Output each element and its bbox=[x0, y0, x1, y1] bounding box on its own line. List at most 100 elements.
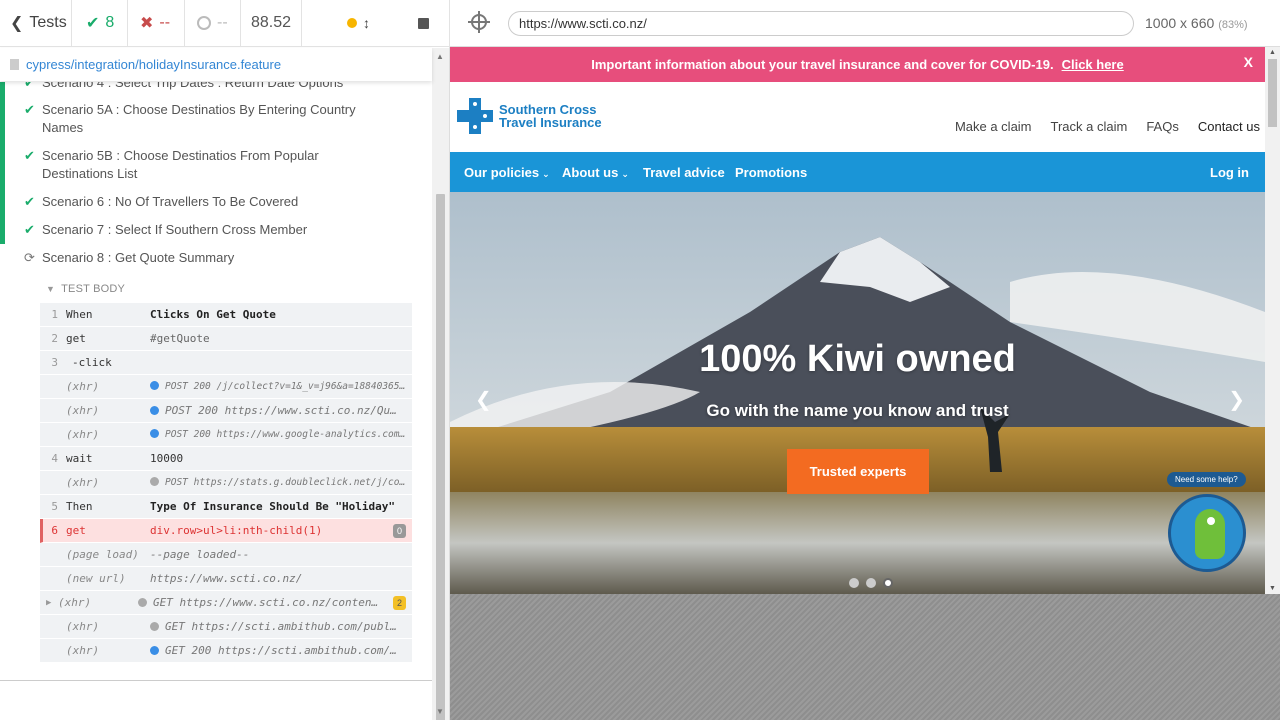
command-message: POST 200 https://www.google-analytics.co… bbox=[150, 429, 412, 440]
nav-label: Our policies bbox=[464, 165, 540, 180]
command-name: (xhr) bbox=[66, 476, 100, 489]
chevron-left-icon: ❮ bbox=[10, 15, 24, 32]
chevron-down-icon: ⌄ bbox=[621, 169, 629, 179]
scenario-label: Scenario 5B : Choose Destinatios From Po… bbox=[42, 148, 319, 181]
command-message-text: POST https://stats.g.doubleclick.net/j/c… bbox=[165, 477, 406, 488]
xhr-pending-dot-icon bbox=[150, 622, 159, 631]
caret-down-icon: ▼ bbox=[46, 284, 56, 294]
nav-travel-advice[interactable]: Travel advice bbox=[643, 165, 725, 180]
scenario-label: Scenario 8 : Get Quote Summary bbox=[42, 250, 235, 265]
command-row[interactable]: 4 wait 10000 bbox=[40, 447, 412, 471]
login-link[interactable]: Log in bbox=[1210, 165, 1249, 180]
scenario-label: Scenario 5A : Choose Destinatios By Ente… bbox=[42, 102, 356, 135]
carousel-dot-active[interactable] bbox=[883, 578, 893, 588]
test-body-toggle[interactable]: ▼ TEST BODY bbox=[46, 283, 125, 295]
xhr-pending-dot-icon bbox=[150, 477, 159, 486]
command-name: wait bbox=[66, 452, 93, 465]
scenario-item[interactable]: ✔ Scenario 4 : Select Trip Dates : Retur… bbox=[24, 82, 362, 92]
track-a-claim-link[interactable]: Track a claim bbox=[1051, 119, 1128, 134]
trusted-experts-button[interactable]: Trusted experts bbox=[787, 449, 929, 494]
command-row[interactable]: (xhr) POST 200 https://www.scti.co.nz/Qu… bbox=[40, 399, 412, 423]
command-row[interactable]: ▶ (xhr) GET https://www.scti.co.nz/conte… bbox=[40, 591, 412, 615]
logo-line-2: Travel Insurance bbox=[499, 115, 602, 130]
viewport-scale: (83%) bbox=[1218, 19, 1248, 31]
command-message: 10000 bbox=[150, 452, 184, 465]
tests-button[interactable]: ❮ Tests bbox=[0, 0, 72, 47]
command-row[interactable]: (xhr) POST 200 https://www.google-analyt… bbox=[40, 423, 412, 447]
viewport-dimensions: 1000 x 660 bbox=[1145, 15, 1215, 31]
command-message-text: POST 200 https://www.scti.co.nz/Qu… bbox=[165, 404, 397, 417]
command-row[interactable]: (xhr) GET 200 https://scti.ambithub.com/… bbox=[40, 639, 412, 663]
command-name: (xhr) bbox=[66, 404, 100, 417]
scroll-down-icon[interactable]: ▼ bbox=[436, 707, 444, 716]
website-iframe: Important information about your travel … bbox=[450, 47, 1280, 594]
command-row[interactable]: (xhr) GET https://scti.ambithub.com/publ… bbox=[40, 615, 412, 639]
xhr-status-dot-icon bbox=[150, 381, 159, 390]
command-row[interactable]: 1 When Clicks On Get Quote bbox=[40, 303, 412, 327]
command-number: 6 bbox=[51, 524, 58, 537]
url-display[interactable]: https://www.scti.co.nz/ bbox=[508, 11, 1134, 36]
command-name: When bbox=[66, 308, 93, 321]
scenario-item[interactable]: ✔ Scenario 7 : Select If Southern Cross … bbox=[24, 221, 362, 239]
command-message: GET 200 https://scti.ambithub.com/… bbox=[150, 644, 412, 657]
file-icon bbox=[10, 59, 19, 70]
scenario-item[interactable]: ✔ Scenario 5A : Choose Destinatios By En… bbox=[24, 101, 362, 137]
scroll-up-icon[interactable]: ▲ bbox=[1269, 49, 1276, 56]
command-row[interactable]: (page load) --page loaded-- bbox=[40, 543, 412, 567]
nav-about-us[interactable]: About us ⌄ bbox=[562, 165, 629, 180]
make-a-claim-link[interactable]: Make a claim bbox=[955, 119, 1032, 134]
carousel-dot[interactable] bbox=[866, 578, 876, 588]
spec-path-link[interactable]: cypress/integration/holidayInsurance.fea… bbox=[26, 57, 281, 72]
passed-indicator-bar bbox=[0, 82, 5, 244]
command-name: (xhr) bbox=[66, 380, 100, 393]
command-message-text: GET https://scti.ambithub.com/publ… bbox=[165, 620, 397, 633]
command-row[interactable]: (xhr) POST 200 /j/collect?v=1&_v=j96&a=1… bbox=[40, 375, 412, 399]
tests-label: Tests bbox=[29, 14, 67, 31]
carousel-dot[interactable] bbox=[849, 578, 859, 588]
scenario-item[interactable]: ✔ Scenario 5B : Choose Destinatios From … bbox=[24, 147, 362, 183]
command-row[interactable]: 3 -click bbox=[40, 351, 412, 375]
pending-value: -- bbox=[217, 14, 228, 31]
chat-parrot-avatar-icon[interactable] bbox=[1168, 494, 1246, 572]
auto-scroll-toggle-icon[interactable]: ↕ bbox=[363, 15, 370, 31]
command-row[interactable]: (xhr) POST https://stats.g.doubleclick.n… bbox=[40, 471, 412, 495]
selector-playground-icon[interactable] bbox=[468, 11, 490, 33]
hero-title: 100% Kiwi owned bbox=[699, 338, 1016, 380]
command-row[interactable]: 5 Then Type Of Insurance Should Be "Holi… bbox=[40, 495, 412, 519]
scroll-up-icon[interactable]: ▲ bbox=[436, 52, 444, 61]
logo-text: Southern Cross Travel Insurance bbox=[499, 103, 602, 129]
top-links: Make a claim Track a claim FAQs Contact … bbox=[936, 119, 1260, 134]
scrollbar-thumb[interactable] bbox=[436, 194, 445, 720]
spec-header: cypress/integration/holidayInsurance.fea… bbox=[0, 48, 432, 81]
stop-button[interactable] bbox=[418, 17, 429, 29]
covid-link[interactable]: Click here bbox=[1062, 57, 1124, 72]
help-bubble[interactable]: Need some help? bbox=[1167, 472, 1246, 487]
command-name: get bbox=[66, 332, 86, 345]
command-row-failed[interactable]: 6 get div.row>ul>li:nth-child(1) 0 bbox=[40, 519, 412, 543]
scenario-item[interactable]: ✔ Scenario 6 : No Of Travellers To Be Co… bbox=[24, 193, 362, 211]
caret-right-icon[interactable]: ▶ bbox=[46, 598, 51, 608]
nav-promotions[interactable]: Promotions bbox=[735, 165, 807, 180]
command-name: Then bbox=[66, 500, 93, 513]
stats-bar: ❮ Tests ✔ 8 ✖ -- -- 88.52 ↕ bbox=[0, 0, 450, 47]
scroll-down-icon[interactable]: ▼ bbox=[1269, 585, 1276, 592]
xhr-status-dot-icon bbox=[150, 429, 159, 438]
contact-us-link[interactable]: Contact us bbox=[1198, 119, 1260, 134]
command-number: 2 bbox=[51, 332, 58, 345]
site-scrollbar[interactable]: ▲ ▼ bbox=[1265, 47, 1280, 594]
reporter-scrollbar[interactable]: ▲ ▼ bbox=[432, 48, 449, 720]
scrollbar-thumb[interactable] bbox=[1268, 59, 1277, 127]
command-message: div.row>ul>li:nth-child(1) bbox=[150, 524, 323, 537]
command-row[interactable]: (new url) https://www.scti.co.nz/ bbox=[40, 567, 412, 591]
covid-message: Important information about your travel … bbox=[591, 57, 1054, 72]
close-banner-button[interactable]: X bbox=[1244, 54, 1253, 70]
command-row[interactable]: 2 get #getQuote bbox=[40, 327, 412, 351]
chevron-left-icon[interactable]: ❮ bbox=[475, 387, 492, 412]
faqs-link[interactable]: FAQs bbox=[1146, 119, 1179, 134]
command-message: Type Of Insurance Should Be "Holiday" bbox=[150, 500, 396, 513]
chevron-right-icon[interactable]: ❯ bbox=[1228, 387, 1245, 412]
site-logo[interactable]: Southern Cross Travel Insurance bbox=[457, 98, 602, 134]
running-indicator-icon bbox=[347, 18, 357, 28]
nav-our-policies[interactable]: Our policies ⌄ bbox=[464, 165, 550, 180]
scenario-item-running[interactable]: ⟳ Scenario 8 : Get Quote Summary bbox=[24, 249, 362, 267]
